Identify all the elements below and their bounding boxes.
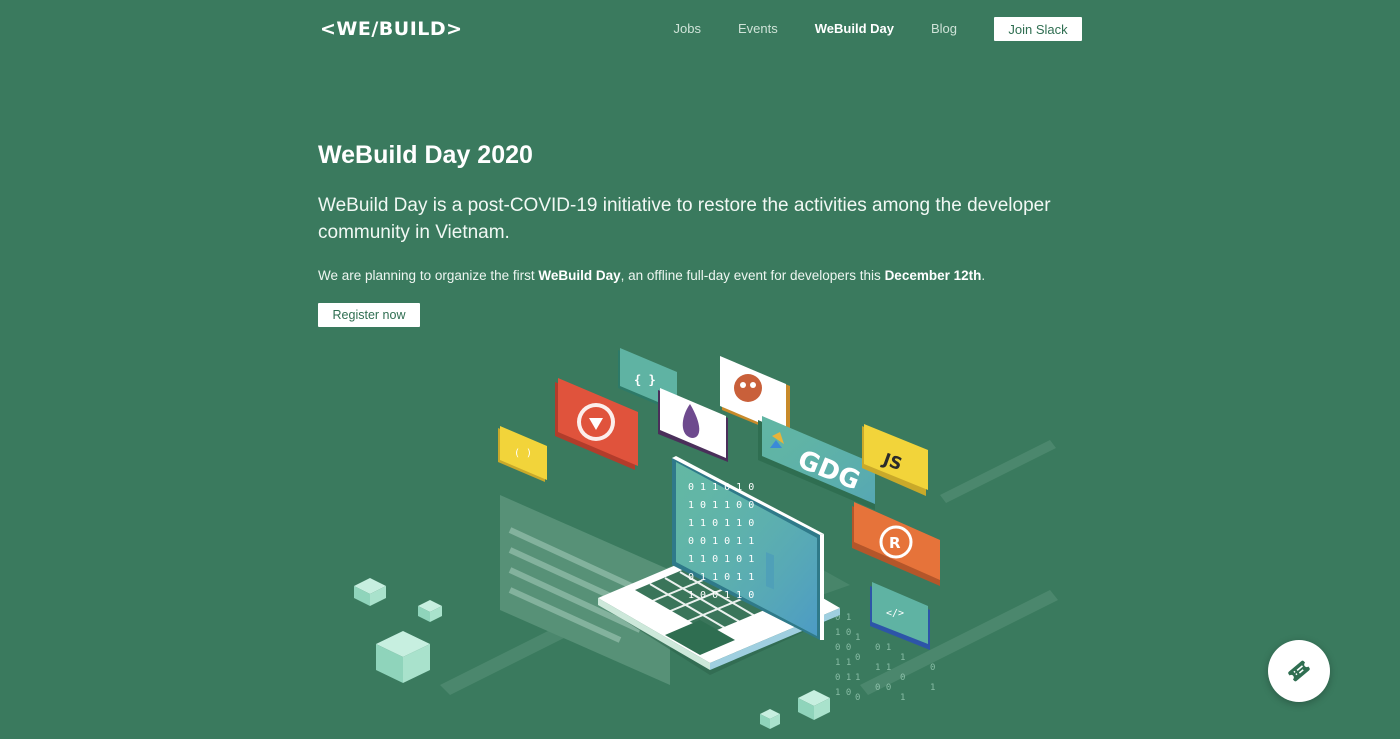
rust-tile: R	[852, 502, 940, 586]
svg-text:1 1: 1 1	[835, 658, 851, 668]
ruby-tile	[555, 378, 638, 470]
nav-jobs[interactable]: Jobs	[674, 17, 701, 41]
hero-section: WeBuild Day 2020 WeBuild Day is a post-C…	[318, 140, 1078, 286]
cube	[354, 578, 386, 606]
top-nav: Jobs Events WeBuild Day Blog Join Slack	[637, 17, 1082, 41]
svg-text:1: 1	[855, 633, 860, 643]
cube	[418, 600, 442, 622]
svg-text:0: 0	[900, 673, 905, 683]
event-date: December 12th	[884, 268, 982, 283]
logo-text: <WE/BUILD>	[320, 18, 463, 40]
binary-row: 0 1 1 0 1 1	[688, 572, 754, 583]
subtext-part: , an offline full-day event for develope…	[620, 268, 885, 283]
svg-text:0 1: 0 1	[875, 643, 891, 653]
nav-events[interactable]: Events	[738, 17, 778, 41]
nav-webuild-day[interactable]: WeBuild Day	[815, 17, 894, 41]
binary-row: 0 1 1 0 1 0	[688, 482, 754, 493]
svg-text:1: 1	[930, 683, 935, 693]
svg-text:1: 1	[855, 673, 860, 683]
join-slack-button[interactable]: Join Slack	[994, 17, 1082, 41]
gdg-tile: GDG	[758, 416, 875, 510]
binary-row: 1 1 0 1 1 0	[688, 518, 754, 529]
svg-text:0: 0	[855, 693, 860, 703]
braces-label: { }	[634, 373, 656, 387]
svg-text:0: 0	[930, 663, 935, 673]
svg-text:0 1: 0 1	[835, 673, 851, 683]
binary-row: 1 0 0 1 1 0	[688, 590, 754, 601]
svg-text:1 1: 1 1	[875, 663, 891, 673]
svg-text:1: 1	[900, 653, 905, 663]
hero-illustration: 0 1 1 0 0 0 1 1 0 1 1 0 1 0 1 0 0 1 1 1 0 0 1 0 1 0…	[354, 348, 1058, 729]
rust-icon: R	[889, 534, 901, 552]
svg-text:0 0: 0 0	[875, 683, 891, 693]
ticket-fab-button[interactable]	[1268, 640, 1330, 702]
page-title: WeBuild Day 2020	[318, 141, 533, 169]
hero-subtext: We are planning to organize the first We…	[318, 266, 1078, 286]
cube	[798, 690, 830, 720]
binary-row: 0 0 1 0 1 1	[688, 536, 754, 547]
yellow-parens-tile: ( )	[498, 426, 547, 482]
svg-text:0 0: 0 0	[835, 643, 851, 653]
code-tile: </>	[870, 582, 930, 650]
nav-blog[interactable]: Blog	[931, 17, 957, 41]
svg-text:1: 1	[900, 693, 905, 703]
hero-lead: WeBuild Day is a post-COVID-19 initiativ…	[318, 195, 1051, 243]
svg-text:0: 0	[855, 653, 860, 663]
event-name: WeBuild Day	[538, 268, 621, 283]
elixir-tile	[658, 388, 728, 462]
subtext-part: We are planning to organize the first	[318, 268, 539, 283]
code-label: </>	[886, 608, 904, 619]
register-now-button[interactable]: Register now	[318, 303, 420, 327]
svg-text:1 0: 1 0	[835, 688, 851, 698]
subtext-part: .	[981, 268, 986, 283]
webuild-logo[interactable]: <WE/BUILD>	[320, 16, 463, 42]
binary-row: 1 0 1 1 0 0	[688, 500, 754, 511]
parens-label: ( )	[514, 448, 532, 459]
cube	[376, 631, 430, 683]
ticket-icon	[1288, 660, 1310, 682]
svg-text:1 0: 1 0	[835, 628, 851, 638]
binary-row: 1 1 0 1 0 1	[688, 554, 754, 565]
cube	[760, 709, 780, 729]
